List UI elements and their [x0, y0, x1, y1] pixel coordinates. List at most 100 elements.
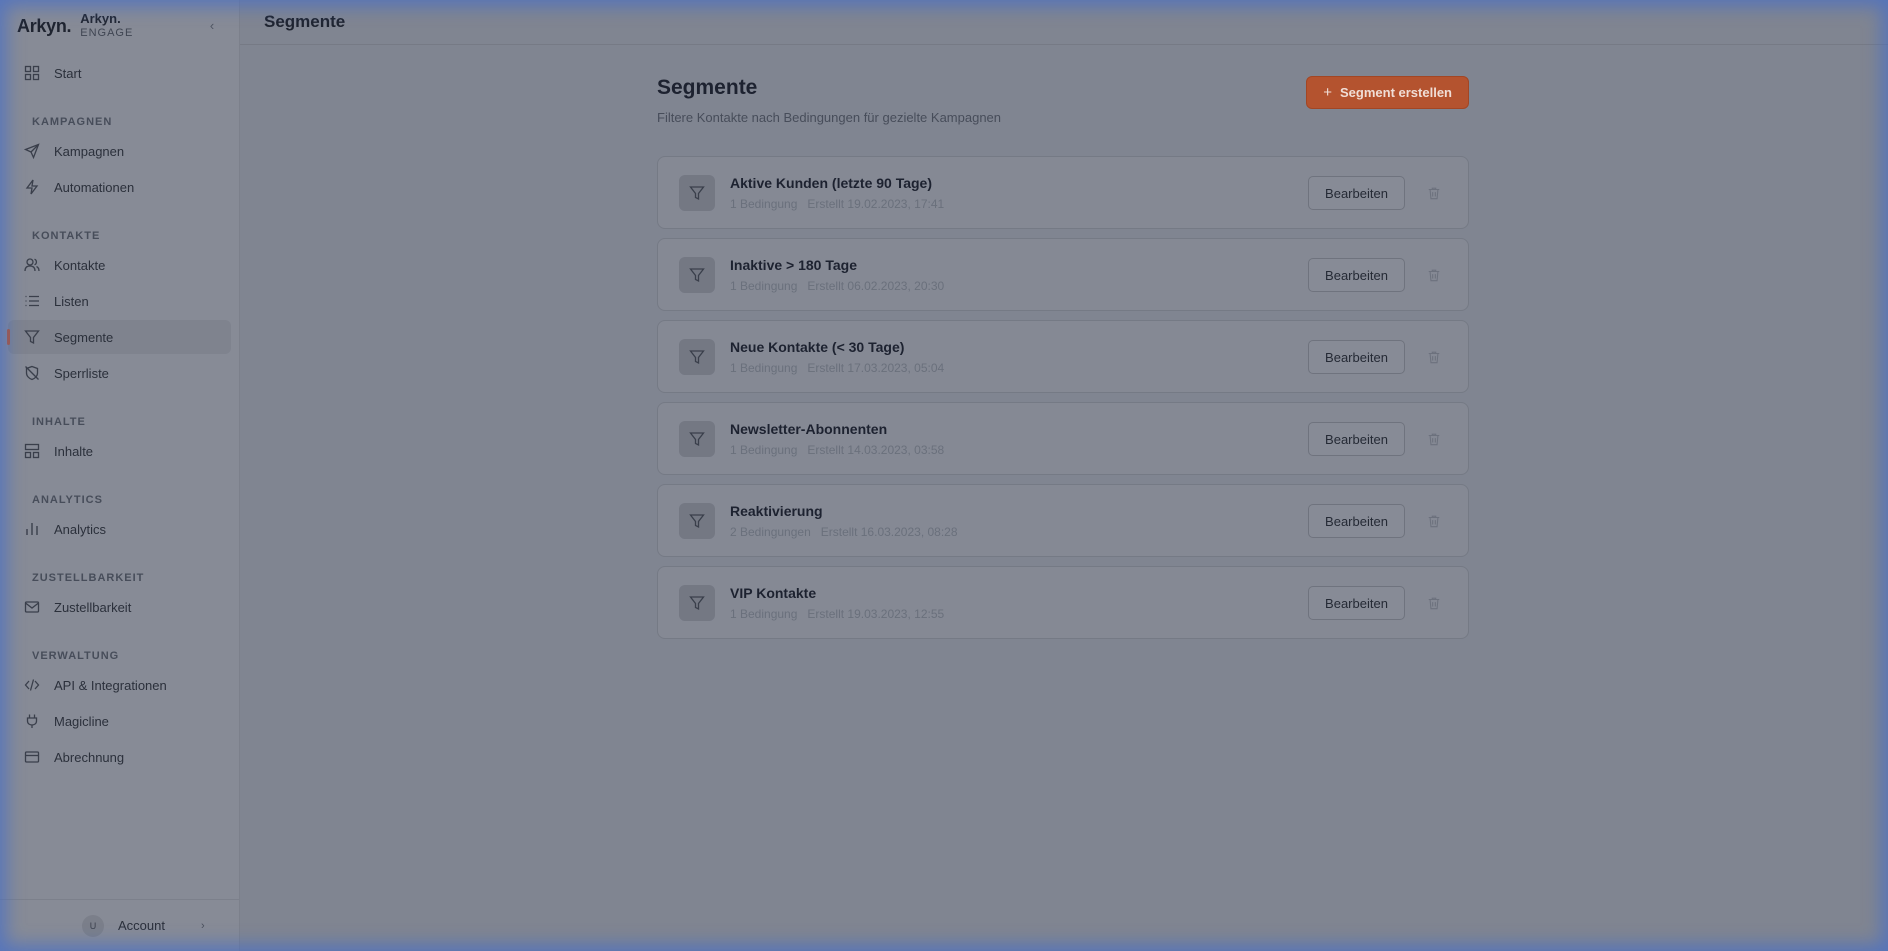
filter-icon	[679, 174, 715, 211]
segment-text: Aktive Kunden (letzte 90 Tage) 1 Bedingu…	[730, 175, 944, 211]
segment-meta: 1 Bedingung Erstellt 19.03.2023, 12:55	[730, 607, 944, 621]
segment-created: Erstellt 17.03.2023, 05:04	[807, 360, 945, 375]
segment-conditions: 2 Bedingungen	[730, 524, 811, 539]
bar-chart-icon	[24, 521, 40, 537]
sidebar-item-segmente[interactable]: Segmente	[7, 320, 231, 354]
brand-logo: Arkyn.	[17, 15, 72, 36]
shield-off-icon	[24, 365, 40, 381]
filter-icon	[679, 502, 715, 539]
segment-created: Erstellt 06.02.2023, 20:30	[807, 278, 945, 293]
section-label-verwaltung: VERWALTUNG	[32, 650, 120, 662]
segment-card[interactable]: Inaktive > 180 Tage 1 Bedingung Erstellt …	[657, 238, 1469, 311]
sidebar-item-label: Magicline	[54, 713, 109, 729]
topbar-title: Segmente	[264, 12, 346, 31]
list-icon	[24, 293, 40, 309]
segment-card[interactable]: VIP Kontakte 1 Bedingung Erstellt 19.03.2…	[657, 566, 1469, 639]
mail-icon	[24, 599, 40, 615]
main-area: Segmente Segmente Filtere Kontakte nach …	[240, 0, 1888, 951]
segment-text: VIP Kontakte 1 Bedingung Erstellt 19.03.2…	[730, 585, 944, 621]
grid-icon	[24, 65, 40, 81]
filter-icon	[24, 329, 40, 345]
sidebar-item-label: Kampagnen	[54, 143, 125, 159]
segment-meta: 1 Bedingung Erstellt 19.02.2023, 17:41	[730, 197, 944, 211]
filter-icon	[679, 584, 715, 621]
segment-conditions: 1 Bedingung	[730, 278, 798, 293]
trash-icon[interactable]	[1426, 431, 1442, 447]
plug-icon	[24, 713, 40, 729]
edit-segment-button[interactable]: Bearbeiten	[1308, 504, 1405, 538]
segment-card[interactable]: Reaktivierung 2 Bedingungen Erstellt 16.0…	[657, 484, 1469, 557]
sidebar-item-magicline[interactable]: Magicline	[8, 704, 231, 738]
sidebar-item-analytics[interactable]: Analytics	[8, 512, 231, 546]
sidebar-item-start[interactable]: Start	[8, 56, 231, 90]
sidebar-item-label: Sperrliste	[54, 365, 109, 381]
segment-name: Inaktive > 180 Tage	[730, 256, 857, 273]
trash-icon[interactable]	[1426, 349, 1442, 365]
segment-created: Erstellt 19.03.2023, 12:55	[807, 606, 945, 621]
section-label-zustellbarkeit: ZUSTELLBARKEIT	[32, 572, 145, 584]
users-icon	[24, 257, 40, 273]
segment-conditions: 1 Bedingung	[730, 196, 798, 211]
trash-icon[interactable]	[1426, 267, 1442, 283]
edit-segment-button[interactable]: Bearbeiten	[1308, 422, 1405, 456]
sidebar-item-api[interactable]: API & Integrationen	[8, 668, 231, 702]
edit-segment-button[interactable]: Bearbeiten	[1308, 586, 1405, 620]
sidebar-item-sperrliste[interactable]: Sperrliste	[8, 356, 231, 390]
collapse-sidebar-icon[interactable]: ‹	[205, 19, 219, 33]
edit-segment-button[interactable]: Bearbeiten	[1308, 176, 1405, 210]
brand-subtitle: ENGAGE	[80, 27, 134, 39]
segment-conditions: 1 Bedingung	[730, 360, 798, 375]
segment-text: Newsletter-Abonnenten 1 Bedingung Erstell…	[730, 421, 944, 457]
create-segment-button[interactable]: + Segment erstellen	[1306, 76, 1469, 109]
segment-name: Newsletter-Abonnenten	[730, 420, 888, 437]
segment-created: Erstellt 16.03.2023, 08:28	[820, 524, 958, 539]
sidebar-nav: Start KAMPAGNEN Kampagnen Automationen K…	[0, 56, 239, 774]
edit-segment-button[interactable]: Bearbeiten	[1308, 258, 1405, 292]
chevron-right-icon: ›	[200, 919, 205, 932]
edit-segment-button[interactable]: Bearbeiten	[1308, 340, 1405, 374]
sidebar-item-kampagnen[interactable]: Kampagnen	[8, 134, 231, 168]
filter-icon	[679, 256, 715, 293]
segment-created: Erstellt 14.03.2023, 03:58	[807, 442, 945, 457]
segment-card[interactable]: Newsletter-Abonnenten 1 Bedingung Erstell…	[657, 402, 1469, 475]
segment-conditions: 1 Bedingung	[730, 442, 798, 457]
sidebar-item-zustellbarkeit[interactable]: Zustellbarkeit	[8, 590, 231, 624]
trash-icon[interactable]	[1426, 595, 1442, 611]
sidebar-item-automationen[interactable]: Automationen	[8, 170, 231, 204]
segment-text: Inaktive > 180 Tage 1 Bedingung Erstellt …	[730, 257, 944, 293]
sidebar-item-listen[interactable]: Listen	[8, 284, 231, 318]
section-label-analytics: ANALYTICS	[32, 494, 103, 506]
trash-icon[interactable]	[1426, 513, 1442, 529]
filter-icon	[679, 420, 715, 457]
lightning-icon	[24, 179, 40, 195]
segments-content: Segmente Filtere Kontakte nach Bedingung…	[657, 76, 1469, 648]
segment-meta: 1 Bedingung Erstellt 17.03.2023, 05:04	[730, 361, 944, 375]
sidebar-item-kontakte[interactable]: Kontakte	[8, 248, 231, 282]
section-label-kontakte: KONTAKTE	[32, 230, 101, 242]
sidebar-item-label: Zustellbarkeit	[54, 599, 132, 615]
send-icon	[24, 143, 40, 159]
segment-text: Neue Kontakte (< 30 Tage) 1 Bedingung Ers…	[730, 339, 944, 375]
sidebar-item-label: Start	[54, 65, 82, 81]
avatar: U	[82, 914, 104, 937]
brand: Arkyn. Arkyn. ENGAGE	[0, 0, 239, 52]
section-label-kampagnen: KAMPAGNEN	[32, 116, 113, 128]
filter-icon	[679, 338, 715, 375]
account-menu[interactable]: U Account ›	[0, 899, 240, 951]
credit-card-icon	[24, 749, 40, 765]
segment-meta: 1 Bedingung Erstellt 06.02.2023, 20:30	[730, 279, 944, 293]
sidebar-item-label: Segmente	[54, 329, 114, 345]
segment-card[interactable]: Neue Kontakte (< 30 Tage) 1 Bedingung Ers…	[657, 320, 1469, 393]
sidebar-item-label: API & Integrationen	[54, 677, 167, 693]
segment-card[interactable]: Aktive Kunden (letzte 90 Tage) 1 Bedingu…	[657, 156, 1469, 229]
segment-name: Reaktivierung	[730, 502, 823, 519]
page-header: Segmente Filtere Kontakte nach Bedingung…	[657, 76, 1469, 156]
sidebar-item-abrechnung[interactable]: Abrechnung	[8, 740, 231, 774]
segment-name: VIP Kontakte	[730, 584, 817, 601]
create-segment-label: Segment erstellen	[1340, 85, 1452, 100]
trash-icon[interactable]	[1426, 185, 1442, 201]
sidebar-item-label: Kontakte	[54, 257, 106, 273]
code-icon	[24, 677, 40, 693]
sidebar-item-label: Analytics	[54, 521, 107, 537]
sidebar-item-inhalte[interactable]: Inhalte	[8, 434, 231, 468]
